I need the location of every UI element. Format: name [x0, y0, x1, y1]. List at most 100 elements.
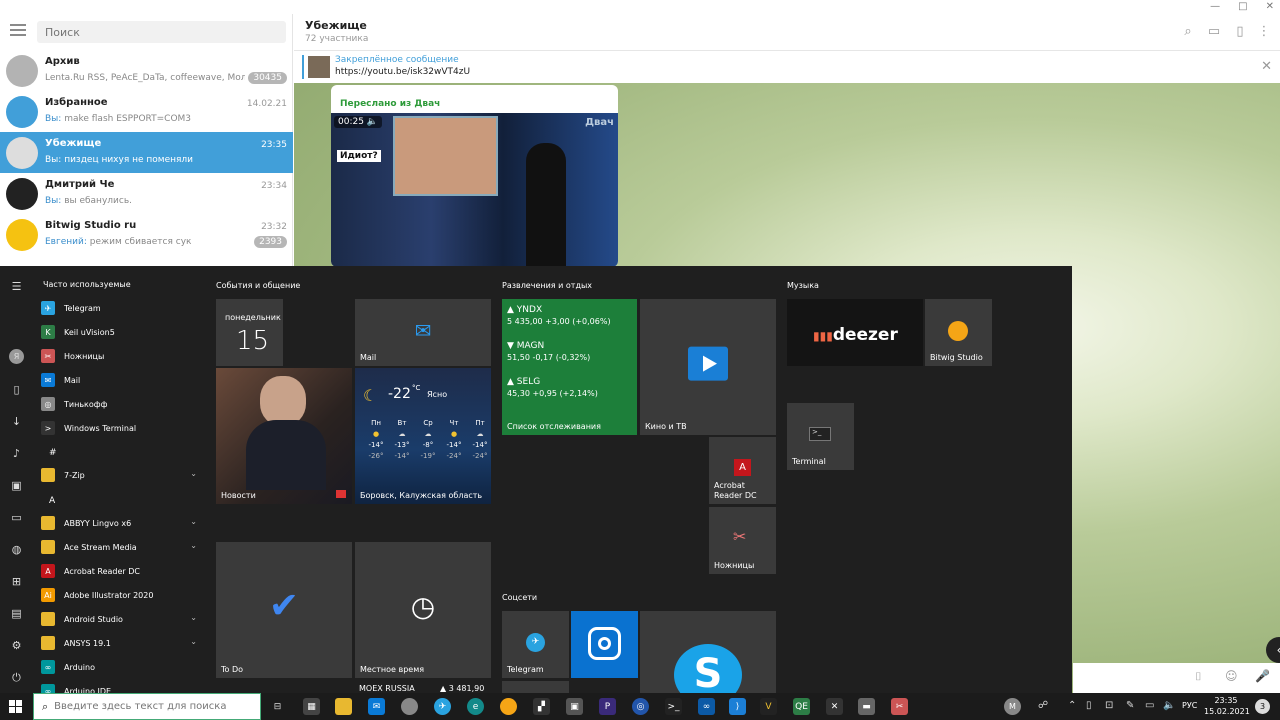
app-list-item[interactable]: Android Studio ⌄: [41, 608, 201, 630]
app-list-item[interactable]: Ai Adobe Illustrator 2020: [41, 584, 201, 606]
sidebar-toggle-icon[interactable]: ▯: [1232, 24, 1248, 40]
telegram-tile[interactable]: ✈ Telegram: [502, 611, 569, 678]
pinned-message-bar[interactable]: Закреплённое сообщение https://youtu.be/…: [294, 51, 1280, 83]
weather-tile[interactable]: ☾ -22 °C Ясно Пн ● -14° -26° Вт ☁ -13° -14° Ср ☁ -…: [355, 368, 491, 504]
terminal-icon[interactable]: >_: [665, 698, 682, 715]
news-tile[interactable]: Новости: [216, 368, 352, 504]
app-list-item[interactable]: ◎ Тинькофф: [41, 393, 201, 415]
vscode-icon[interactable]: ⟩: [729, 698, 746, 715]
maximize-icon[interactable]: □: [1238, 0, 1247, 14]
edge-icon[interactable]: e: [467, 698, 484, 715]
tinkoff-icon[interactable]: [401, 698, 418, 715]
app-7zip[interactable]: 7-Zip ⌄: [41, 464, 201, 486]
unpin-icon[interactable]: ✕: [1261, 59, 1272, 74]
calendar-tile[interactable]: понедельник 15: [216, 299, 283, 366]
user-avatar[interactable]: M: [1004, 698, 1021, 715]
more-icon[interactable]: ⋮: [1256, 24, 1272, 40]
search-input[interactable]: [37, 21, 286, 43]
volume-icon[interactable]: 🔈: [1163, 700, 1175, 711]
app-list-item[interactable]: ✉ Mail: [41, 369, 201, 391]
telegram-icon[interactable]: ✈: [434, 698, 451, 715]
terminal-tile[interactable]: >_ Terminal: [787, 403, 854, 470]
video-player[interactable]: 00:25 🔈 Идиот? Двач: [331, 113, 618, 267]
app-blue-icon[interactable]: ∞: [698, 698, 715, 715]
hamburger-icon[interactable]: ☰: [9, 279, 24, 294]
chat-item[interactable]: Убежище Вы: пиздец нихуя не поменяли 23:35: [0, 132, 293, 173]
settings-icon[interactable]: ⚙: [9, 638, 24, 653]
app-green-icon[interactable]: QE: [793, 698, 810, 715]
comments-icon[interactable]: ▭: [1206, 24, 1222, 40]
app-list-item[interactable]: > Windows Terminal: [41, 417, 201, 439]
scissors-icon[interactable]: ✂: [891, 698, 908, 715]
commands-icon[interactable]: ⌷: [1195, 670, 1202, 684]
chat-item[interactable]: Архив Lenta.Ru RSS, PeAcE_DaTa, coffeewa…: [0, 50, 293, 91]
ide-icon[interactable]: P: [599, 698, 616, 715]
app-list-item[interactable]: ANSYS 19.1 ⌄: [41, 632, 201, 654]
chat-item[interactable]: Bitwig Studio ru Евгений: режим сбивается…: [0, 214, 293, 255]
chat-item[interactable]: Избранное Вы: make flash ESPPORT=COM3 14.0…: [0, 91, 293, 132]
movies-tile[interactable]: Кино и ТВ: [640, 299, 776, 435]
user-avatar-icon[interactable]: Я: [9, 349, 24, 364]
store-icon[interactable]: ▦: [303, 698, 320, 715]
partial-tile[interactable]: [502, 681, 569, 693]
tray-app-icon[interactable]: ▯: [1086, 700, 1092, 711]
deezer-tile[interactable]: ▮▮▮deezer: [787, 299, 923, 366]
chat-title[interactable]: Убежище: [305, 19, 367, 32]
videos-icon[interactable]: ▭: [9, 510, 24, 525]
app-x-icon[interactable]: ✕: [826, 698, 843, 715]
app-list-item[interactable]: ∞ Arduino IDE: [41, 680, 201, 693]
file-explorer-icon[interactable]: ▤: [9, 606, 24, 621]
file-explorer-icon[interactable]: [335, 698, 352, 715]
instagram-tile[interactable]: [571, 611, 638, 678]
music-icon[interactable]: ♪: [9, 446, 24, 461]
personal-folder-icon[interactable]: ⊞: [9, 574, 24, 589]
tray-chevron-icon[interactable]: ⌃: [1068, 700, 1076, 711]
language-indicator[interactable]: РУС: [1182, 701, 1197, 710]
windows-start-icon[interactable]: [9, 700, 22, 713]
minimize-icon[interactable]: —: [1210, 0, 1220, 14]
close-icon[interactable]: ✕: [1266, 0, 1274, 14]
app-v-icon[interactable]: V: [760, 698, 777, 715]
pictures-icon[interactable]: ▣: [9, 478, 24, 493]
chat-item[interactable]: Дмитрий Че Вы: вы ебанулись. 23:34: [0, 173, 293, 214]
audio-app-icon[interactable]: ▞: [533, 698, 550, 715]
forwarded-from[interactable]: Переслано из Двач: [340, 99, 440, 109]
app-icon[interactable]: ▣: [566, 698, 583, 715]
skype-tile[interactable]: S: [640, 611, 776, 693]
acrobat-tile[interactable]: A Acrobat Reader DC: [709, 437, 776, 504]
letter-hash[interactable]: #: [49, 448, 57, 458]
pen-icon[interactable]: ✎: [1126, 700, 1134, 711]
hamburger-menu-icon[interactable]: [10, 24, 26, 38]
app-flag-icon[interactable]: ▬: [858, 698, 875, 715]
search-icon[interactable]: ⌕: [1180, 24, 1196, 40]
localtime-tile[interactable]: ◷ Местное время: [355, 542, 491, 678]
app-list-item[interactable]: ✈ Telegram: [41, 297, 201, 319]
app-list-item[interactable]: ✂ Ножницы: [41, 345, 201, 367]
notifications-icon[interactable]: 3: [1255, 699, 1270, 714]
message-input-bar[interactable]: ⌷ ☺ 🎤: [1073, 663, 1280, 693]
app-list-item[interactable]: A Acrobat Reader DC: [41, 560, 201, 582]
network-icon[interactable]: ◍: [9, 542, 24, 557]
documents-icon[interactable]: ▯: [9, 382, 24, 397]
taskbar-search-input[interactable]: [54, 701, 245, 712]
bitwig-tile[interactable]: Bitwig Studio: [925, 299, 992, 366]
clock[interactable]: 23:35 15.02.2021: [1204, 695, 1250, 717]
network-icon[interactable]: ▭: [1145, 700, 1154, 711]
power-icon[interactable]: ⏻: [9, 670, 24, 685]
emoji-icon[interactable]: ☺: [1225, 669, 1238, 683]
taskbar-search[interactable]: ⌕: [33, 693, 261, 720]
mail-tile[interactable]: ✉ Mail: [355, 299, 491, 366]
tray-lock-icon[interactable]: ⊡: [1105, 700, 1113, 711]
app-list-item[interactable]: ABBYY Lingvo x6 ⌄: [41, 512, 201, 534]
mail-icon[interactable]: ✉: [368, 698, 385, 715]
stocks-tile[interactable]: ▲ YNDX 5 435,00 +3,00 (+0,06%) ▼ MAGN 51,50…: [502, 299, 637, 435]
microphone-icon[interactable]: 🎤: [1255, 669, 1270, 683]
todo-tile[interactable]: ✔ To Do: [216, 542, 352, 678]
task-view-icon[interactable]: ⊟: [269, 698, 286, 715]
downloads-icon[interactable]: ↓: [9, 414, 24, 429]
app-list-item[interactable]: ∞ Arduino: [41, 656, 201, 678]
message-bubble[interactable]: Переслано из Двач 00:25 🔈 Идиот? Двач: [331, 85, 618, 267]
app-list-item[interactable]: Ace Stream Media ⌄: [41, 536, 201, 558]
scissors-tile[interactable]: ✂ Ножницы: [709, 507, 776, 574]
app-list-item[interactable]: K Keil uVision5: [41, 321, 201, 343]
